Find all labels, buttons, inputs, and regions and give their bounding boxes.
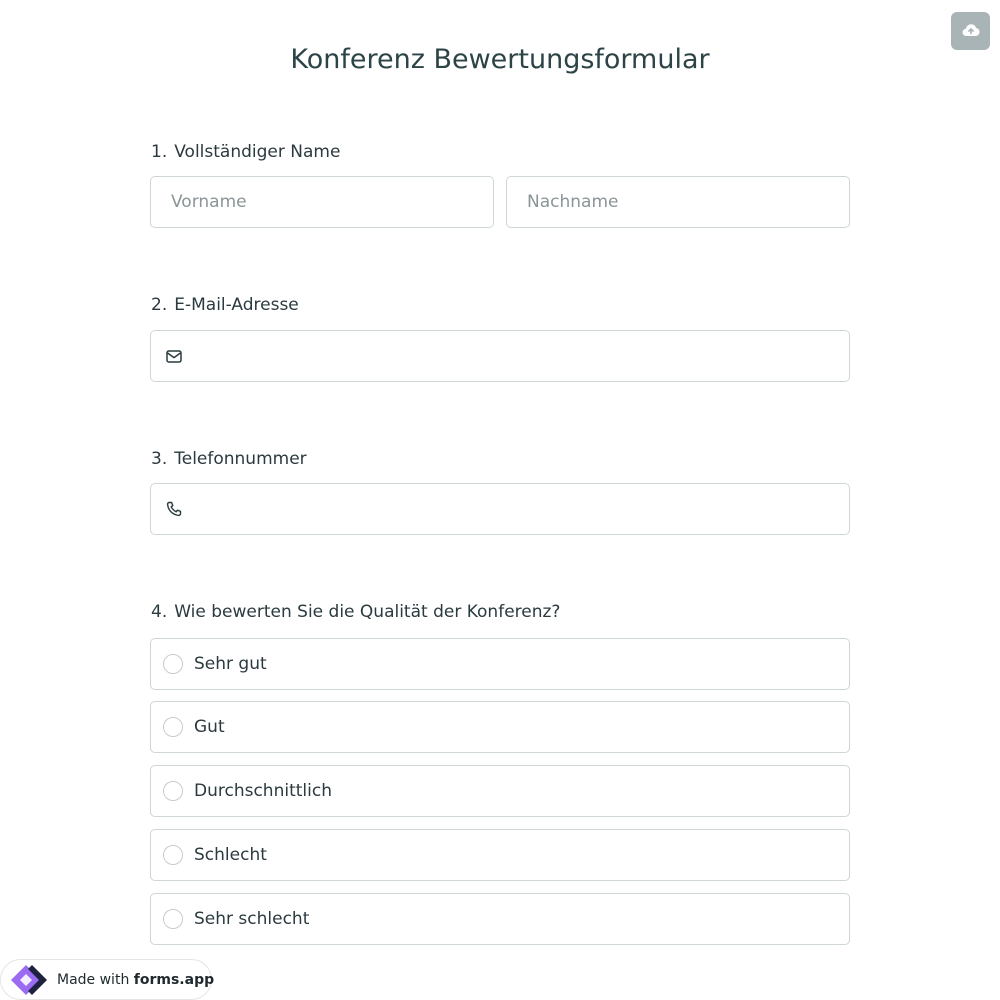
question-text: E-Mail-Adresse [174,295,299,315]
question-2-label: 2. E-Mail-Adresse [151,293,299,317]
question-number: 4. [151,602,168,622]
rating-option-sehr-gut[interactable]: Sehr gut [150,638,850,690]
radio-button[interactable] [163,654,183,674]
question-text: Telefonnummer [174,449,307,469]
phone-input[interactable] [195,484,849,534]
option-label: Sehr schlecht [194,909,310,929]
forms-app-logo-icon [11,963,51,997]
cloud-upload-icon [962,22,980,41]
last-name-input[interactable] [507,177,849,227]
rating-option-schlecht[interactable]: Schlecht [150,829,850,881]
question-4-label: 4. Wie bewerten Sie die Qualität der Konf… [151,600,560,624]
rating-option-durchschnittlich[interactable]: Durchschnittlich [150,765,850,817]
rating-option-sehr-schlecht[interactable]: Sehr schlecht [150,893,850,945]
phone-field[interactable] [150,483,850,535]
question-1-label: 1. Vollständiger Name [151,140,340,164]
question-number: 3. [151,449,168,469]
badge-prefix: Made with [57,971,130,988]
rating-option-gut[interactable]: Gut [150,701,850,753]
email-field[interactable] [150,330,850,382]
question-3-label: 3. Telefonnummer [151,447,307,471]
question-number: 1. [151,142,168,162]
form-page: Konferenz Bewertungsformular 1. Vollständ… [0,0,1000,1000]
option-label: Sehr gut [194,654,267,674]
badge-brand: forms.app [133,971,215,988]
radio-button[interactable] [163,845,183,865]
option-label: Durchschnittlich [194,781,332,801]
question-text: Wie bewerten Sie die Qualität der Konfer… [174,602,561,622]
option-label: Schlecht [194,845,267,865]
question-text: Vollständiger Name [174,142,341,162]
first-name-field[interactable] [150,176,494,228]
option-label: Gut [194,717,225,737]
envelope-icon [151,349,195,363]
radio-button[interactable] [163,909,183,929]
last-name-field[interactable] [506,176,850,228]
made-with-badge[interactable]: Made with forms.app [0,959,214,1000]
badge-text: Made with forms.app [57,972,214,988]
phone-icon [151,501,195,517]
question-number: 2. [151,295,168,315]
email-input[interactable] [195,331,849,381]
form-title: Konferenz Bewertungsformular [290,44,710,75]
first-name-input[interactable] [151,177,493,227]
radio-button[interactable] [163,781,183,801]
radio-button[interactable] [163,717,183,737]
